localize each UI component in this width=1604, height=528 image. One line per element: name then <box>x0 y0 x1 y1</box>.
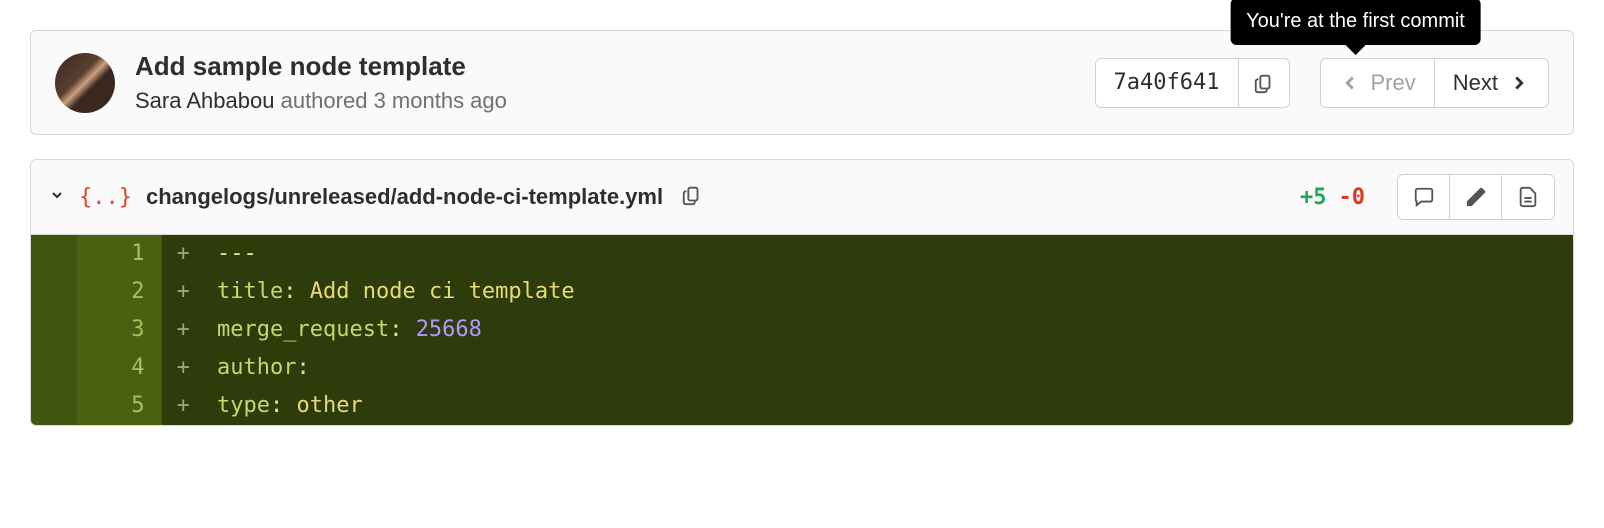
copy-sha-button[interactable] <box>1239 59 1289 107</box>
old-line-num <box>31 273 77 311</box>
commit-title: Add sample node template <box>135 51 1095 82</box>
diff-line[interactable]: 5+type: other <box>31 387 1573 425</box>
diff-line[interactable]: 1+--- <box>31 235 1573 273</box>
code: --- <box>205 235 1573 273</box>
chevron-right-icon <box>1508 72 1530 94</box>
commit-info: Add sample node template Sara Ahbabou au… <box>135 51 1095 114</box>
diff-table: 1+---2+title: Add node ci template3+merg… <box>31 235 1573 425</box>
diff-line[interactable]: 4+author: <box>31 349 1573 387</box>
commit-header: Add sample node template Sara Ahbabou au… <box>30 30 1574 135</box>
diff-sign: + <box>161 235 205 273</box>
file-actions <box>1397 174 1555 220</box>
new-line-num: 1 <box>77 235 161 273</box>
next-label: Next <box>1453 70 1498 96</box>
diff-sign: + <box>161 273 205 311</box>
clipboard-icon <box>1253 72 1275 94</box>
clipboard-icon <box>681 184 703 206</box>
comment-button[interactable] <box>1398 175 1450 219</box>
prev-button[interactable]: Prev <box>1321 59 1435 107</box>
copy-path-button[interactable] <box>681 184 703 211</box>
old-line-num <box>31 311 77 349</box>
file-diff: {..} changelogs/unreleased/add-node-ci-t… <box>30 159 1574 426</box>
chevron-left-icon <box>1339 72 1361 94</box>
commit-author[interactable]: Sara Ahbabou <box>135 88 274 113</box>
file-header: {..} changelogs/unreleased/add-node-ci-t… <box>31 160 1573 235</box>
commit-sha[interactable]: 7a40f641 <box>1096 59 1239 107</box>
diff-sign: + <box>161 349 205 387</box>
diff-line[interactable]: 3+merge_request: 25668 <box>31 311 1573 349</box>
tooltip: You're at the first commit <box>1230 0 1481 45</box>
commit-nav: You're at the first commit Prev Next <box>1320 58 1550 108</box>
lines-added: +5 <box>1300 185 1327 210</box>
next-button[interactable]: Next <box>1435 59 1548 107</box>
file-path[interactable]: changelogs/unreleased/add-node-ci-templa… <box>146 184 663 210</box>
commit-actions: 7a40f641 You're at the first commit Prev… <box>1095 58 1549 108</box>
new-line-num: 2 <box>77 273 161 311</box>
file-type-icon: {..} <box>79 185 132 210</box>
lines-removed: -0 <box>1339 185 1366 210</box>
file-icon <box>1517 186 1539 208</box>
chevron-down-icon <box>49 187 65 203</box>
edit-button[interactable] <box>1450 175 1502 219</box>
prev-label: Prev <box>1371 70 1416 96</box>
new-line-num: 4 <box>77 349 161 387</box>
authored-word: authored <box>281 88 368 113</box>
diff-line[interactable]: 2+title: Add node ci template <box>31 273 1573 311</box>
code: type: other <box>205 387 1573 425</box>
comment-icon <box>1413 186 1435 208</box>
new-line-num: 3 <box>77 311 161 349</box>
code: merge_request: 25668 <box>205 311 1573 349</box>
avatar[interactable] <box>55 53 115 113</box>
pencil-icon <box>1465 186 1487 208</box>
commit-time: 3 months ago <box>374 88 507 113</box>
old-line-num <box>31 235 77 273</box>
collapse-toggle[interactable] <box>49 187 65 208</box>
commit-meta: Sara Ahbabou authored 3 months ago <box>135 88 1095 114</box>
old-line-num <box>31 387 77 425</box>
code: author: <box>205 349 1573 387</box>
diff-sign: + <box>161 311 205 349</box>
diff-sign: + <box>161 387 205 425</box>
code: title: Add node ci template <box>205 273 1573 311</box>
new-line-num: 5 <box>77 387 161 425</box>
old-line-num <box>31 349 77 387</box>
sha-group: 7a40f641 <box>1095 58 1290 108</box>
view-file-button[interactable] <box>1502 175 1554 219</box>
diff-stats: +5 -0 <box>1300 185 1365 210</box>
